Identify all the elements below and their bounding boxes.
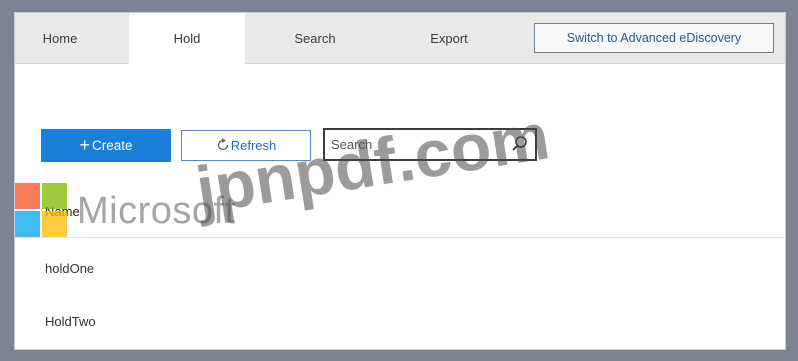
switch-to-advanced-ediscovery-button[interactable]: Switch to Advanced eDiscovery xyxy=(534,23,774,53)
create-button-label: Create xyxy=(91,138,133,153)
tab-hold[interactable]: Hold xyxy=(129,13,245,64)
hold-panel: Home Hold Search Export Switch to Advanc… xyxy=(14,12,786,350)
table-row[interactable]: HoldTwo xyxy=(45,314,96,329)
tab-home[interactable]: Home xyxy=(15,13,105,63)
tab-search[interactable]: Search xyxy=(265,13,365,63)
microsoft-logo-icon xyxy=(15,183,67,237)
plus-icon: + xyxy=(79,135,90,155)
create-button[interactable]: + Create xyxy=(41,129,171,162)
table-row[interactable]: holdOne xyxy=(45,261,94,276)
tab-bar: Home Hold Search Export Switch to Advanc… xyxy=(15,13,785,64)
tab-export[interactable]: Export xyxy=(399,13,499,63)
